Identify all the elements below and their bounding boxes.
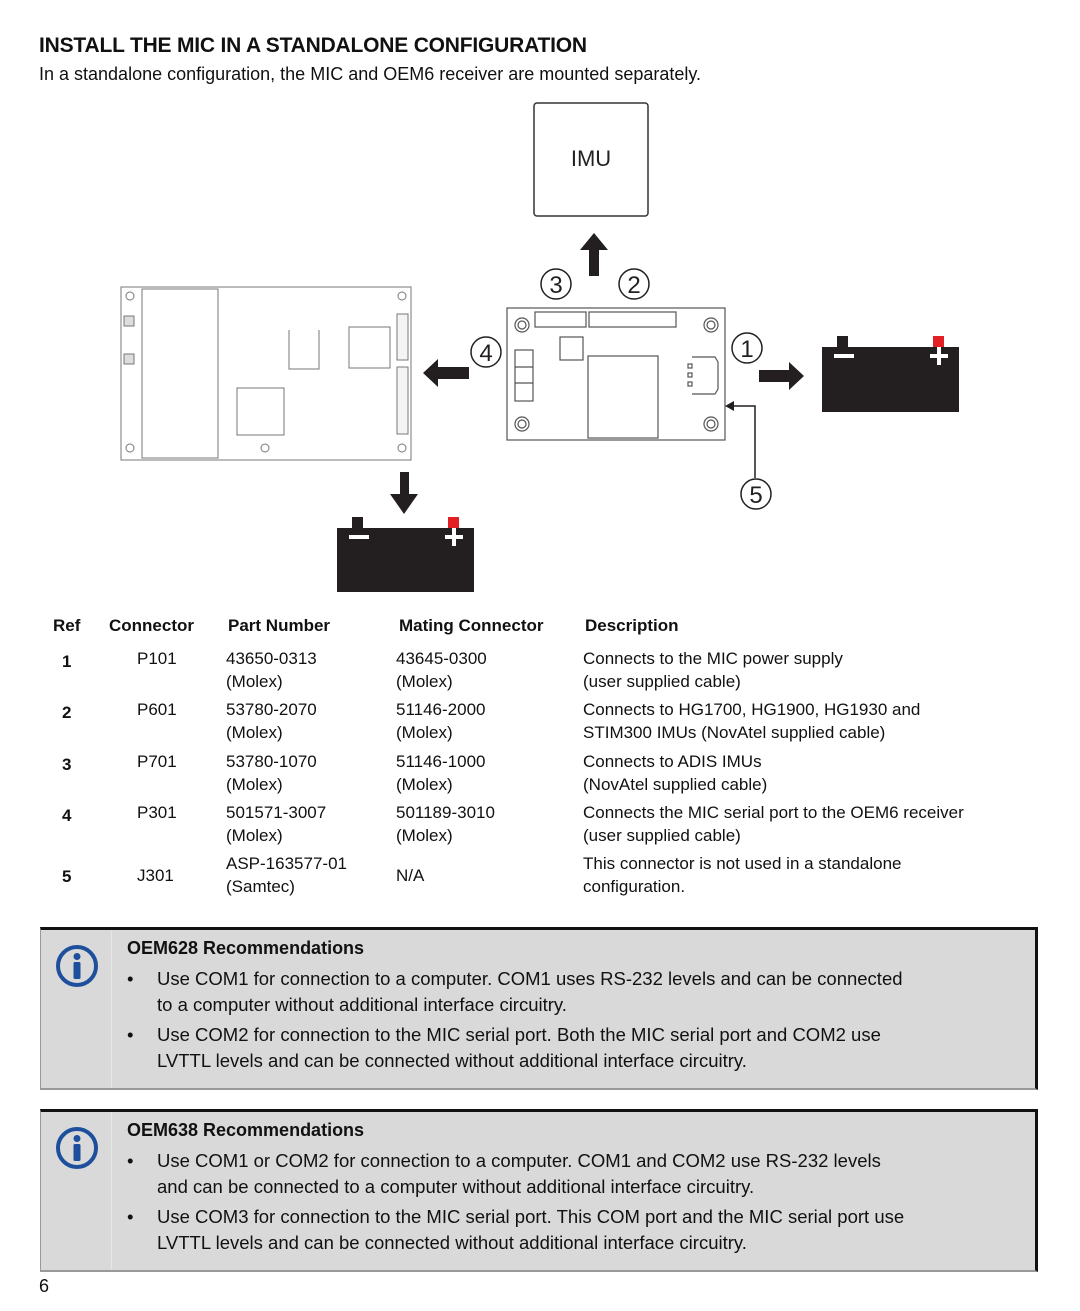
description-cell-line2: (user supplied cable)	[583, 672, 741, 691]
column-header-description: Description	[585, 616, 679, 635]
table-row: 4 P301 501571-3007 (Molex) 501189-3010 (…	[0, 801, 1080, 853]
mating-connector-cell: 51146-2000	[396, 700, 486, 719]
info-circle-icon	[56, 945, 98, 987]
callout-5: 5	[740, 478, 772, 510]
ref-cell: 5	[62, 867, 72, 886]
note-bullet-list: • Use COM1 for connection to a computer.…	[127, 966, 1027, 1078]
oem628-recommendations-note: OEM628 Recommendations • Use COM1 for co…	[40, 927, 1038, 1090]
callout-2: 2	[618, 268, 650, 300]
mating-connector-cell: N/A	[396, 866, 425, 885]
connector-cell: P701	[137, 752, 177, 771]
table-row: 3 P701 53780-1070 (Molex) 51146-1000 (Mo…	[0, 750, 1080, 802]
callout-1: 1	[731, 332, 763, 364]
intro-paragraph: In a standalone configuration, the MIC a…	[39, 64, 702, 84]
description-cell: Connects to the MIC power supply	[583, 649, 843, 668]
mating-connector-cell: 43645-0300	[396, 649, 487, 668]
callout-4: 4	[470, 336, 502, 368]
part-number-vendor: (Molex)	[226, 826, 283, 845]
part-number-cell: 53780-2070	[226, 700, 317, 719]
arrow-up-icon	[580, 233, 608, 276]
note-title: OEM638 Recommendations	[127, 1120, 365, 1140]
column-header-connector: Connector	[109, 616, 194, 635]
svg-text:1: 1	[740, 336, 753, 363]
table-row: 5 J301 ASP-163577-01 (Samtec) N/A This c…	[0, 852, 1080, 904]
note-title: OEM628 Recommendations	[127, 938, 365, 958]
part-number-cell: 501571-3007	[226, 803, 327, 822]
battery-icon	[337, 517, 474, 592]
description-cell: Connects to HG1700, HG1900, HG1930 and	[583, 700, 921, 719]
ref-cell: 2	[62, 703, 72, 722]
part-number-vendor: (Molex)	[226, 775, 283, 794]
page-number: 6	[39, 1276, 50, 1296]
column-header-mating-connector: Mating Connector	[399, 616, 544, 635]
arrow-right-icon	[759, 362, 804, 390]
callout-3: 3	[540, 268, 572, 300]
description-cell-line2: (user supplied cable)	[583, 826, 741, 845]
note-bullet: • Use COM1 for connection to a computer.…	[127, 968, 903, 1015]
arrow-left-icon	[423, 359, 469, 387]
note-bullet-list: • Use COM1 or COM2 for connection to a c…	[127, 1148, 1027, 1260]
table-row: 2 P601 53780-2070 (Molex) 51146-2000 (Mo…	[0, 698, 1080, 750]
ref-cell: 4	[62, 806, 72, 825]
imu-box: IMU	[533, 102, 649, 217]
mating-connector-vendor: (Molex)	[396, 775, 453, 794]
part-number-cell: 43650-0313	[226, 649, 317, 668]
ref-cell: 1	[62, 652, 72, 671]
part-number-cell: 53780-1070	[226, 752, 317, 771]
mating-connector-vendor: (Molex)	[396, 672, 453, 691]
info-circle-icon	[56, 1127, 98, 1169]
svg-text:2: 2	[627, 272, 640, 299]
connector-cell: P101	[137, 649, 177, 668]
description-cell: Connects to ADIS IMUs	[583, 752, 762, 771]
oem6-receiver-board	[120, 286, 412, 461]
note-bullet: • Use COM1 or COM2 for connection to a c…	[127, 1150, 881, 1197]
note-bullet: • Use COM3 for connection to the MIC ser…	[127, 1206, 905, 1253]
column-header-part-number: Part Number	[228, 616, 331, 635]
connector-cell: J301	[137, 866, 174, 885]
connector-cell: P301	[137, 803, 177, 822]
svg-text:3: 3	[549, 272, 562, 299]
mic-board	[506, 307, 726, 441]
part-number-vendor: (Molex)	[226, 723, 283, 742]
bullet-icon: •	[127, 1150, 134, 1171]
connector-5-pointer	[725, 401, 756, 478]
page-title: INSTALL THE MIC IN A STANDALONE CONFIGUR…	[39, 34, 587, 57]
description-cell-line2: (NovAtel supplied cable)	[583, 775, 768, 794]
standalone-configuration-diagram: IMU 1 2 3 4 5	[120, 102, 959, 592]
column-header-ref: Ref	[53, 616, 81, 635]
ref-cell: 3	[62, 755, 72, 774]
description-cell: This connector is not used in a standalo…	[583, 854, 902, 873]
part-number-vendor: (Samtec)	[226, 877, 295, 896]
note-bullet: • Use COM2 for connection to the MIC ser…	[127, 1024, 881, 1071]
part-number-cell: ASP-163577-01	[226, 854, 347, 873]
bullet-icon: •	[127, 968, 134, 989]
bullet-icon: •	[127, 1024, 134, 1045]
oem638-recommendations-note: OEM638 Recommendations • Use COM1 or COM…	[40, 1109, 1038, 1272]
mating-connector-cell: 501189-3010	[396, 803, 495, 822]
mating-connector-vendor: (Molex)	[396, 826, 453, 845]
part-number-vendor: (Molex)	[226, 672, 283, 691]
svg-text:4: 4	[479, 340, 492, 367]
description-cell: Connects the MIC serial port to the OEM6…	[583, 803, 964, 822]
description-cell-line2: configuration.	[583, 877, 686, 896]
battery-icon	[822, 336, 959, 412]
mating-connector-vendor: (Molex)	[396, 723, 453, 742]
mating-connector-cell: 51146-1000	[396, 752, 486, 771]
table-row: 1 P101 43650-0313 (Molex) 43645-0300 (Mo…	[0, 647, 1080, 699]
arrow-down-icon	[390, 472, 418, 514]
description-cell-line2: STIM300 IMUs (NovAtel supplied cable)	[583, 723, 886, 742]
imu-label: IMU	[571, 146, 611, 171]
bullet-icon: •	[127, 1206, 134, 1227]
svg-text:5: 5	[749, 482, 762, 509]
connector-cell: P601	[137, 700, 177, 719]
